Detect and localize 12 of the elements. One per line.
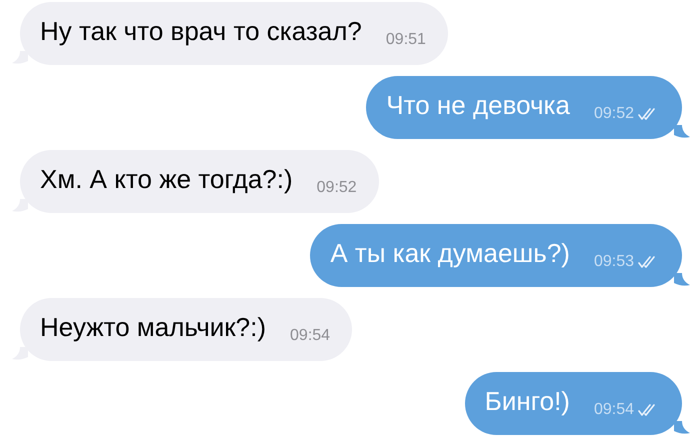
- message-text: Неужто мальчик?:): [40, 312, 266, 343]
- message-time: 09:52: [594, 104, 634, 122]
- message-time: 09:51: [386, 30, 426, 48]
- message-text: А ты как думаешь?): [330, 238, 570, 269]
- message-time: 09:54: [594, 400, 634, 418]
- message-text: Хм. А кто же тогда?:): [40, 164, 293, 195]
- message-text: Бинго!): [484, 386, 570, 417]
- message-time: 09:53: [594, 252, 634, 270]
- message-text: Что не девочка: [386, 90, 570, 121]
- message-text: Ну так что врач то сказал?: [40, 16, 362, 47]
- message-time: 09:52: [316, 178, 357, 196]
- message-time: 09:54: [290, 326, 330, 344]
